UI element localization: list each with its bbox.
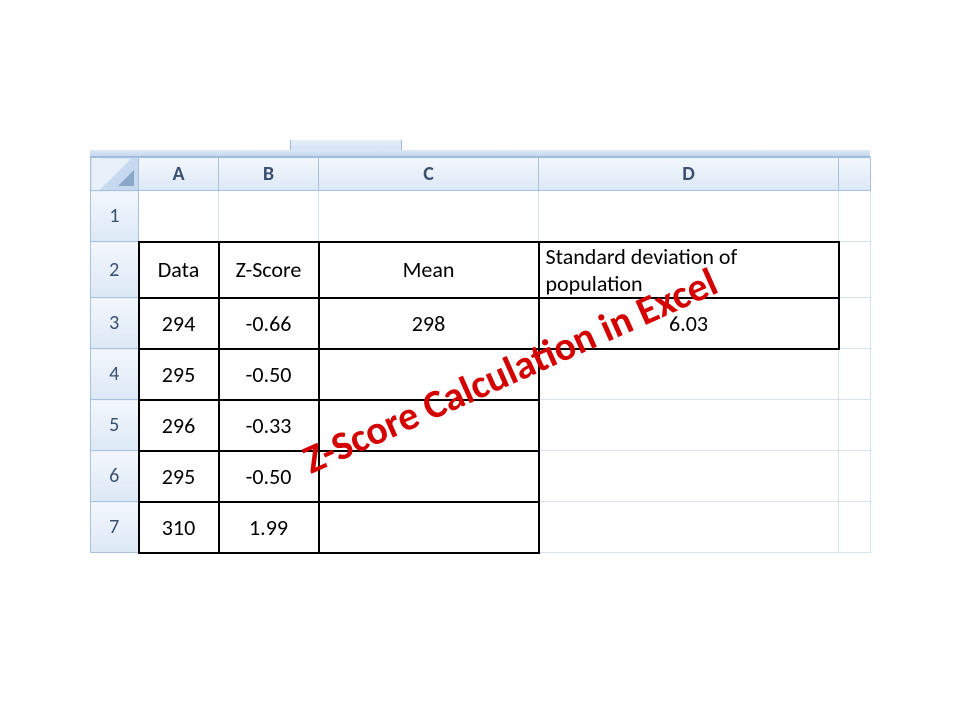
cell-tail-5[interactable] bbox=[839, 400, 871, 451]
col-header-tail[interactable] bbox=[839, 158, 871, 191]
row-header-6[interactable]: 6 bbox=[91, 451, 139, 502]
cell-C3[interactable]: 298 bbox=[319, 298, 539, 349]
row-header-5[interactable]: 5 bbox=[91, 400, 139, 451]
cell-tail-3[interactable] bbox=[839, 298, 871, 349]
cell-D1[interactable] bbox=[539, 191, 839, 242]
cell-D2[interactable]: Standard deviation of population bbox=[539, 242, 839, 298]
spreadsheet-grid[interactable]: A B C D 1 2 Data Z-Score Mean St bbox=[90, 157, 871, 554]
cell-A7[interactable]: 310 bbox=[139, 502, 219, 553]
cell-B1[interactable] bbox=[219, 191, 319, 242]
cell-D5[interactable] bbox=[539, 400, 839, 451]
cell-D6[interactable] bbox=[539, 451, 839, 502]
row-header-3[interactable]: 3 bbox=[91, 298, 139, 349]
cell-C5[interactable] bbox=[319, 400, 539, 451]
cell-B4[interactable]: -0.50 bbox=[219, 349, 319, 400]
cell-A1[interactable] bbox=[139, 191, 219, 242]
cell-D4[interactable] bbox=[539, 349, 839, 400]
cell-C2[interactable]: Mean bbox=[319, 242, 539, 298]
cell-A5[interactable]: 296 bbox=[139, 400, 219, 451]
col-header-A[interactable]: A bbox=[139, 158, 219, 191]
cell-B7[interactable]: 1.99 bbox=[219, 502, 319, 553]
cell-tail-7[interactable] bbox=[839, 502, 871, 553]
cell-B3[interactable]: -0.66 bbox=[219, 298, 319, 349]
cell-A3[interactable]: 294 bbox=[139, 298, 219, 349]
row-header-2[interactable]: 2 bbox=[91, 242, 139, 298]
cell-A2[interactable]: Data bbox=[139, 242, 219, 298]
cell-C7[interactable] bbox=[319, 502, 539, 553]
row-header-7[interactable]: 7 bbox=[91, 502, 139, 553]
cell-tail-2[interactable] bbox=[839, 242, 871, 298]
cell-B6[interactable]: -0.50 bbox=[219, 451, 319, 502]
select-all-button[interactable] bbox=[91, 158, 139, 191]
cell-tail-4[interactable] bbox=[839, 349, 871, 400]
row-header-1[interactable]: 1 bbox=[91, 191, 139, 242]
cell-tail-6[interactable] bbox=[839, 451, 871, 502]
cell-B5[interactable]: -0.33 bbox=[219, 400, 319, 451]
col-header-C[interactable]: C bbox=[319, 158, 539, 191]
row-header-4[interactable]: 4 bbox=[91, 349, 139, 400]
cell-D7[interactable] bbox=[539, 502, 839, 553]
cell-D3[interactable]: 6.03 bbox=[539, 298, 839, 349]
cell-tail-1[interactable] bbox=[839, 191, 871, 242]
sheet-top-border bbox=[90, 150, 870, 157]
col-header-B[interactable]: B bbox=[219, 158, 319, 191]
cell-C1[interactable] bbox=[319, 191, 539, 242]
spreadsheet-viewport: A B C D 1 2 Data Z-Score Mean St bbox=[90, 150, 870, 554]
cell-A4[interactable]: 295 bbox=[139, 349, 219, 400]
col-header-D[interactable]: D bbox=[539, 158, 839, 191]
cell-C4[interactable] bbox=[319, 349, 539, 400]
cell-C6[interactable] bbox=[319, 451, 539, 502]
cell-A6[interactable]: 295 bbox=[139, 451, 219, 502]
cell-B2[interactable]: Z-Score bbox=[219, 242, 319, 298]
